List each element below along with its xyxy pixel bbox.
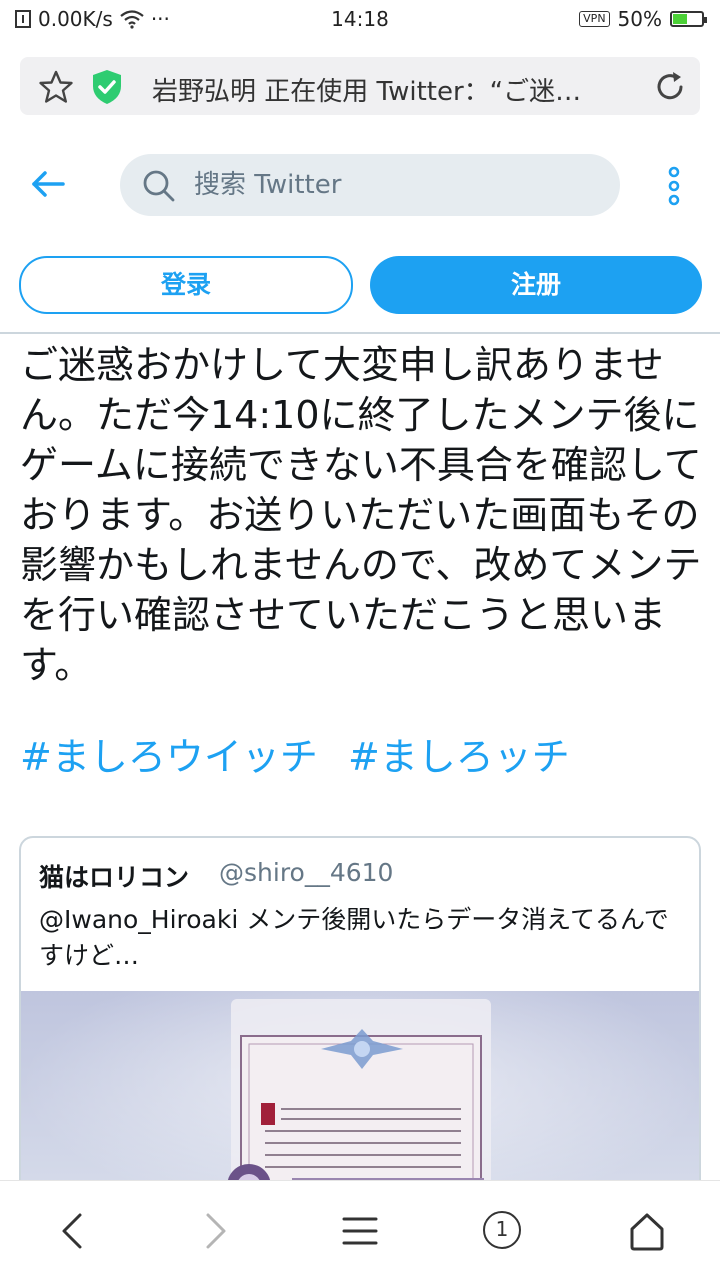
login-button[interactable]: 登录 [19,256,353,314]
hashtag-link[interactable]: #ましろッチ [348,735,570,779]
search-input[interactable] [194,154,594,216]
security-shield-icon[interactable] [90,68,124,106]
tweet-hashtags: #ましろウイッチ #ましろッチ [20,732,704,782]
battery-icon [670,11,707,27]
nav-back-icon[interactable] [58,1211,86,1251]
battery-fill [673,14,687,24]
status-bar: 0.00K/s ··· 14:18 VPN 50% [0,0,720,38]
reload-icon[interactable] [652,69,688,105]
page-title[interactable]: 岩野弘明 正在使用 Twitter：“ご迷… [152,71,622,108]
quoted-author-handle: @shiro__4610 [219,858,394,887]
quoted-tweet-text: @Iwano_Hiroaki メンテ後開いたらデータ消えてるんですけど… [39,905,669,970]
status-right: VPN 50% [579,7,707,31]
search-box[interactable] [120,154,620,216]
tweet-text: ご迷惑おかけして大変申し訳ありません。ただ今14:10に終了したメンテ後にゲーム… [20,343,702,687]
back-arrow-icon[interactable] [30,168,66,200]
hashtag-link[interactable]: #ましろウイッチ [20,735,318,779]
search-icon [143,170,175,202]
nav-tabs-counter[interactable]: 1 [483,1211,521,1249]
address-bar[interactable]: 岩野弘明 正在使用 Twitter：“ご迷… [20,57,700,115]
nav-forward-icon[interactable] [202,1211,230,1251]
bookmark-star-icon[interactable] [38,69,74,105]
quoted-author-name: 猫はロリコン [39,863,190,892]
vpn-badge: VPN [579,11,610,27]
bottom-navigation: 1 [0,1180,720,1281]
battery-percent: 50% [617,7,662,31]
nav-menu-icon[interactable] [342,1211,378,1251]
header-divider [0,332,720,334]
signup-button[interactable]: 注册 [370,256,702,314]
nav-home-icon[interactable] [628,1211,666,1251]
more-options-icon[interactable] [664,166,684,206]
